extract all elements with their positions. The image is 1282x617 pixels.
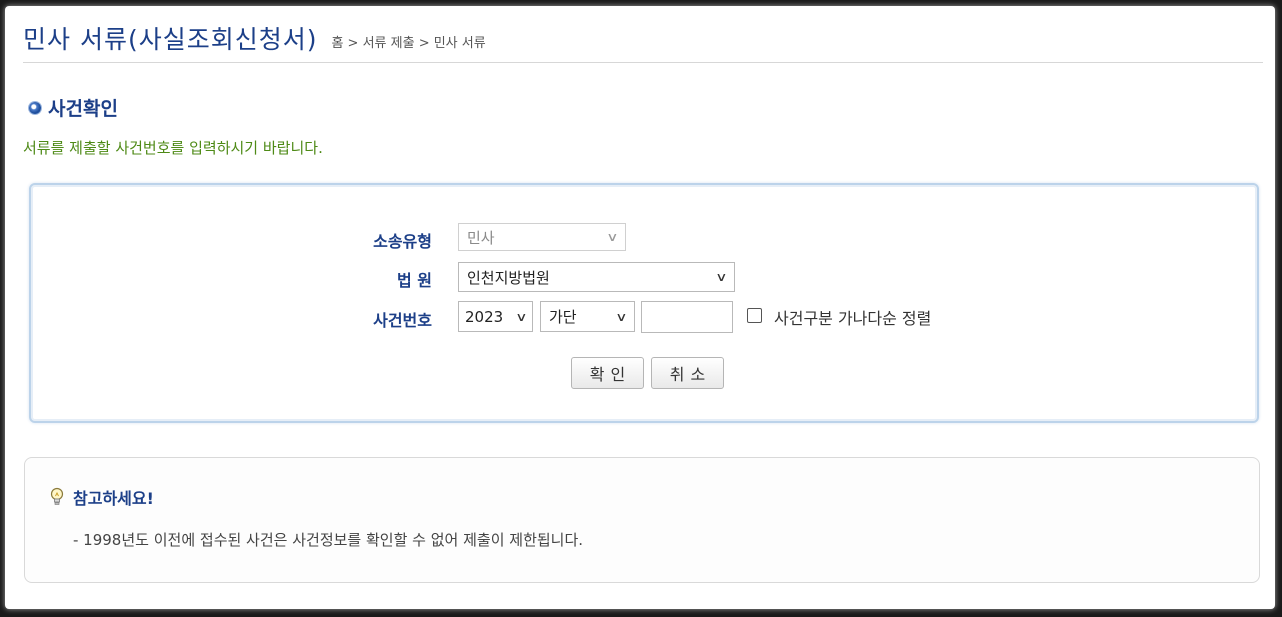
page-header: 민사 서류(사실조회신청서) 홈 > 서류 제출 > 민사 서류 (23, 14, 1263, 63)
case-category-value: 가단 (549, 308, 577, 326)
notice-heading: 참고하세요! (49, 485, 154, 509)
case-type-label: 소송유형 (373, 232, 432, 251)
cancel-button[interactable]: 취소 (651, 357, 724, 389)
instruction-text: 서류를 제출할 사건번호를 입력하시기 바랍니다. (23, 139, 323, 157)
case-category-select[interactable]: 가단 ∨ (540, 301, 635, 332)
court-label: 법 원 (396, 271, 432, 290)
case-year-select[interactable]: 2023 ∨ (458, 301, 533, 332)
chevron-down-icon: ∨ (606, 230, 619, 244)
notice-box: 참고하세요! - 1998년도 이전에 접수된 사건은 사건정보를 확인할 수 … (24, 457, 1260, 583)
bullet-icon (29, 101, 41, 114)
notice-text: - 1998년도 이전에 접수된 사건은 사건정보를 확인할 수 없어 제출이 … (73, 531, 584, 549)
case-type-select: 민사 ∨ (458, 223, 626, 251)
notice-title: 참고하세요! (73, 489, 154, 508)
case-lookup-form: 소송유형 민사 ∨ 법 원 인천지방법원 ∨ 사건번호 2023 ∨ 가단 ∨ … (29, 183, 1259, 423)
case-year-value: 2023 (465, 307, 504, 326)
court-select[interactable]: 인천지방법원 ∨ (458, 262, 735, 292)
case-type-value: 민사 (467, 228, 495, 247)
section-title: 사건확인 (48, 98, 118, 120)
case-number-input[interactable] (641, 301, 733, 333)
sort-checkbox[interactable] (747, 308, 762, 323)
case-number-label: 사건번호 (373, 311, 432, 330)
sort-checkbox-label[interactable]: 사건구분 가나다순 정렬 (774, 305, 931, 329)
chevron-down-icon: ∨ (715, 270, 728, 284)
chevron-down-icon: ∨ (515, 309, 528, 324)
court-value: 인천지방법원 (467, 268, 550, 287)
page-title: 민사 서류(사실조회신청서) (23, 25, 318, 54)
section-heading: 사건확인 (29, 94, 118, 121)
breadcrumb: 홈 > 서류 제출 > 민사 서류 (331, 35, 486, 51)
lightbulb-icon (50, 487, 64, 505)
chevron-down-icon: ∨ (615, 309, 628, 324)
window: 민사 서류(사실조회신청서) 홈 > 서류 제출 > 민사 서류 사건확인 서류… (5, 6, 1275, 609)
confirm-button[interactable]: 확인 (571, 357, 644, 389)
